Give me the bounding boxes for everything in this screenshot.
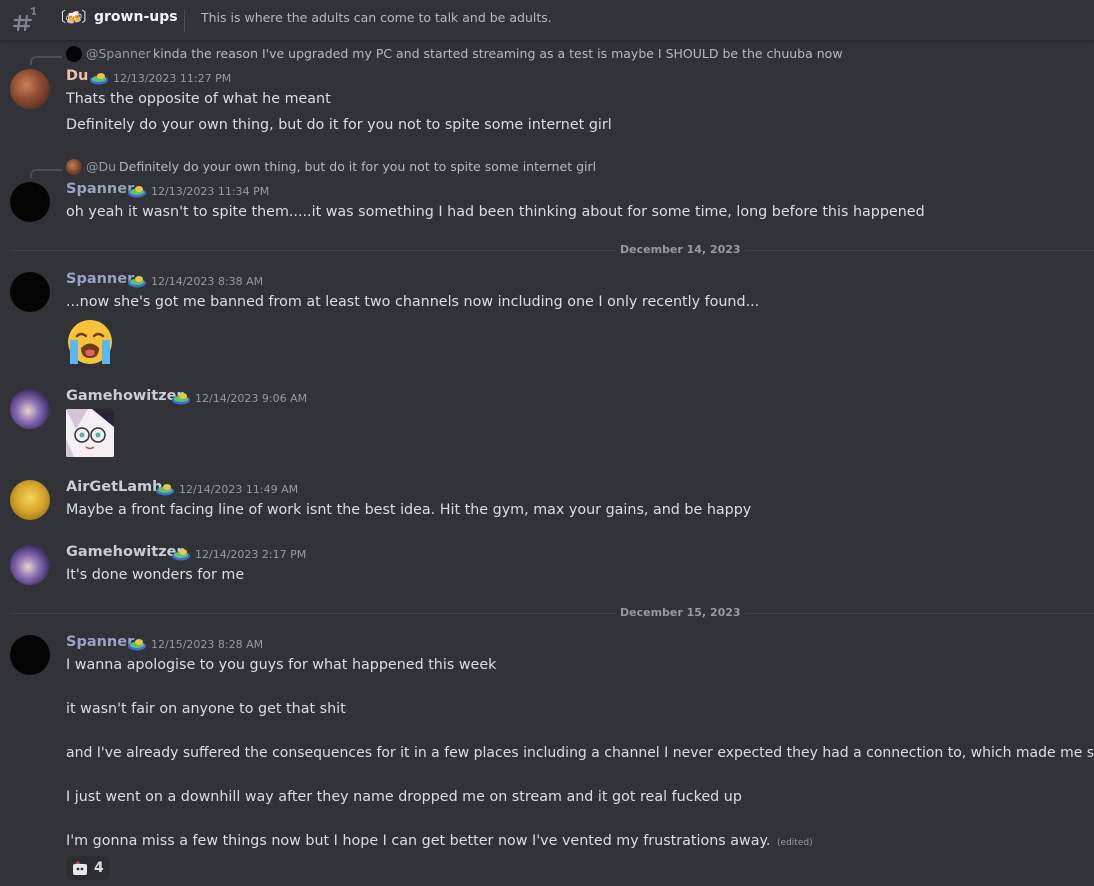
timestamp[interactable]: 12/14/2023 9:06 AM <box>195 392 307 405</box>
message-text: It's done wonders for me <box>66 567 245 583</box>
avatar[interactable] <box>10 182 50 222</box>
role-badge-icon[interactable] <box>89 72 109 86</box>
message-text: I just went on a downhill way after they… <box>66 789 742 805</box>
channel-topic[interactable]: This is where the adults can come to tal… <box>201 10 552 25</box>
author-name[interactable]: Gamehowitzer <box>66 544 184 560</box>
role-badge-icon[interactable] <box>127 185 147 199</box>
author-name[interactable]: AirGetLamh <box>66 479 162 495</box>
message-text: I wanna apologise to you guys for what h… <box>66 657 497 673</box>
text-channel-thread-icon <box>12 6 36 32</box>
timestamp[interactable]: 12/14/2023 2:17 PM <box>195 548 306 561</box>
author-name[interactable]: Du <box>66 68 88 84</box>
reply-author[interactable]: @Du <box>86 159 116 174</box>
reply-spine <box>30 169 62 178</box>
author-name[interactable]: Spanner <box>66 271 134 287</box>
reply-preview[interactable]: Definitely do your own thing, but do it … <box>119 159 596 174</box>
anime-sticker-image[interactable] <box>66 409 114 457</box>
role-badge-icon[interactable] <box>127 638 147 652</box>
timestamp[interactable]: 12/14/2023 11:49 AM <box>179 483 298 496</box>
message-text: ...now she's got me banned from at least… <box>66 294 760 310</box>
timestamp[interactable]: 12/13/2023 11:34 PM <box>151 185 269 198</box>
date-divider-label: December 15, 2023 <box>616 606 745 619</box>
avatar[interactable] <box>10 545 50 585</box>
loudly-crying-emoji-icon[interactable] <box>66 318 114 366</box>
reply-author[interactable]: @Spanner <box>86 46 151 61</box>
reaction-count: 4 <box>94 860 104 876</box>
message-text: and I've already suffered the consequenc… <box>66 745 1094 761</box>
role-badge-icon[interactable] <box>155 483 175 497</box>
avatar[interactable] <box>10 69 50 109</box>
header-divider <box>184 10 185 32</box>
role-badge-icon[interactable] <box>171 548 191 562</box>
channel-emoji: 〔🍻〕 <box>52 10 95 26</box>
message-text: Definitely do your own thing, but do it … <box>66 117 612 133</box>
date-divider-label: December 14, 2023 <box>616 243 745 256</box>
reply-avatar[interactable] <box>66 46 82 62</box>
reaction-emoji-icon <box>73 861 87 875</box>
edited-indicator[interactable]: (edited) <box>777 838 813 848</box>
reply-avatar[interactable] <box>66 159 82 175</box>
role-badge-icon[interactable] <box>127 275 147 289</box>
date-divider <box>10 250 1094 251</box>
channel-name[interactable]: grown-ups <box>94 9 178 25</box>
message-text: oh yeah it wasn't to spite them.....it w… <box>66 204 925 220</box>
timestamp[interactable]: 12/15/2023 8:28 AM <box>151 638 263 651</box>
reply-preview[interactable]: kinda the reason I've upgraded my PC and… <box>153 46 843 61</box>
message-text: it wasn't fair on anyone to get that shi… <box>66 701 346 717</box>
avatar[interactable] <box>10 272 50 312</box>
author-name[interactable]: Gamehowitzer <box>66 388 184 404</box>
channel-header: 〔🍻〕 grown-ups This is where the adults c… <box>0 0 1094 41</box>
message-text: I'm gonna miss a few things now but I ho… <box>66 833 771 849</box>
avatar[interactable] <box>10 389 50 429</box>
author-name[interactable]: Spanner <box>66 181 134 197</box>
reaction-pill[interactable]: 4 <box>66 856 110 880</box>
message-text: Maybe a front facing line of work isnt t… <box>66 502 752 518</box>
avatar[interactable] <box>10 480 50 520</box>
date-divider <box>10 613 1094 614</box>
reply-spine <box>30 56 62 65</box>
message-text-last: I'm gonna miss a few things now but I ho… <box>66 833 813 849</box>
role-badge-icon[interactable] <box>171 392 191 406</box>
timestamp[interactable]: 12/14/2023 8:38 AM <box>151 275 263 288</box>
avatar[interactable] <box>10 635 50 675</box>
timestamp[interactable]: 12/13/2023 11:27 PM <box>113 72 231 85</box>
author-name[interactable]: Spanner <box>66 634 134 650</box>
message-text: Thats the opposite of what he meant <box>66 91 331 107</box>
